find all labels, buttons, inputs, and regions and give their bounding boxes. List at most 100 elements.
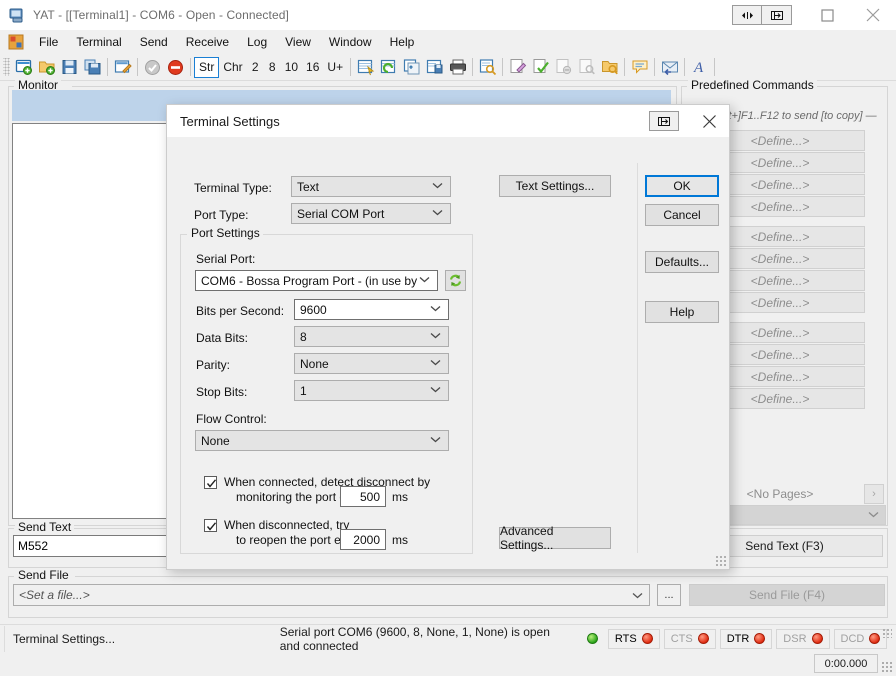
stop-bits-combo[interactable]: 1 [294,380,449,401]
bits-per-second-combo[interactable]: 9600 [294,299,449,320]
chevron-down-icon [632,588,643,602]
terminal-app-icon [9,7,25,23]
data-bits-combo[interactable]: 8 [294,326,449,347]
monitor-refresh-icon[interactable] [377,56,400,79]
reopen-port-label-line1: When disconnected, try [224,518,350,532]
save-terminal-icon[interactable] [58,56,81,79]
chevron-down-icon [432,208,443,219]
defaults-button[interactable]: Defaults... [645,251,719,273]
format-settings-icon[interactable] [628,56,651,79]
split-window-icon[interactable] [732,5,762,25]
advanced-settings-button[interactable]: Advanced Settings... [499,524,611,552]
terminal-start-icon[interactable] [141,56,164,79]
signal-cts-led-icon [697,633,709,644]
maximize-window-icon[interactable] [804,0,850,30]
terminal-stop-icon[interactable] [164,56,187,79]
dialog-resize-grip[interactable] [715,555,726,566]
close-dialog-icon[interactable] [693,106,725,136]
text-settings-button[interactable]: Text Settings... [499,175,611,197]
signal-rts[interactable]: RTS [607,628,660,649]
menu-item-file[interactable]: File [30,32,67,52]
serial-port-label: Serial Port: [196,252,256,266]
main-toolbar: Str Chr 2 8 10 16 U+ A [0,54,896,81]
terminal-type-value: Text [297,179,320,194]
send-file-path-combo[interactable]: <Set a file...> [13,584,650,606]
restore-dialog-icon[interactable] [649,111,679,131]
signal-cts-label: CTS [670,632,693,645]
menu-item-send[interactable]: Send [131,32,177,52]
radix-bin-icon[interactable]: 2 [247,57,264,78]
connection-led-icon [586,633,598,644]
dialog-body: Terminal Type: Text Port Type: Serial CO… [167,137,729,569]
signal-dtr-led-icon [754,633,766,644]
reopen-port-unit: ms [392,533,408,547]
signal-dcd-label: DCD [840,632,865,645]
terminal-type-label: Terminal Type: [194,181,272,195]
signal-dsr-led-icon [811,633,823,644]
chevron-down-icon [432,181,443,192]
serial-port-combo[interactable]: COM6 - Bossa Program Port - (in use by t… [195,270,438,291]
radix-dec-icon[interactable]: 10 [281,57,302,78]
new-terminal-icon[interactable] [12,56,35,79]
toolbar-grip[interactable] [3,58,10,76]
send-message-icon[interactable] [658,56,681,79]
window-resize-grip[interactable] [881,661,893,673]
radix-unicode-icon[interactable]: U+ [323,57,347,78]
predefined-pages-next-button[interactable]: › [864,484,884,504]
monitor-print-icon[interactable] [446,56,469,79]
radix-string-icon[interactable]: Str [194,56,220,78]
monitor-copy-icon[interactable] [400,56,423,79]
log-on-icon[interactable] [529,56,552,79]
mdi-system-icon[interactable] [8,34,24,50]
chevron-down-icon [430,385,441,396]
port-settings-legend: Port Settings [188,226,263,240]
detect-disconnect-checkbox[interactable] [204,476,217,489]
monitor-save-icon[interactable] [423,56,446,79]
signal-rts-led-icon [641,633,653,644]
status-terminal-settings[interactable]: Terminal Settings... [4,625,248,652]
close-window-icon[interactable] [850,0,896,30]
detect-disconnect-label-line1: When connected, detect disconnect by [224,475,431,489]
menu-item-window[interactable]: Window [320,32,381,52]
edit-terminal-settings-icon[interactable] [111,56,134,79]
font-icon[interactable]: A [688,56,711,79]
cancel-button[interactable]: Cancel [645,204,719,226]
menu-item-help[interactable]: Help [381,32,424,52]
send-file-browse-button[interactable]: ... [657,584,681,606]
monitor-clear-icon[interactable] [354,56,377,79]
reopen-port-checkbox[interactable] [204,519,217,532]
menu-item-log[interactable]: Log [238,32,276,52]
radix-char-icon[interactable]: Chr [219,57,246,78]
detect-disconnect-unit: ms [392,490,408,504]
log-settings-icon[interactable] [506,56,529,79]
refresh-ports-icon[interactable] [445,270,466,291]
restore-window-icon[interactable] [762,5,792,25]
data-bits-label: Data Bits: [196,331,249,345]
parity-combo[interactable]: None [294,353,449,374]
reopen-port-interval-input[interactable]: 2000 [340,529,386,550]
signal-dtr[interactable]: DTR [719,628,773,649]
chevron-down-icon [419,275,430,286]
data-bits-value: 8 [300,329,307,344]
detect-disconnect-interval-input[interactable]: 500 [340,486,386,507]
menu-item-terminal[interactable]: Terminal [67,32,130,52]
port-type-combo[interactable]: Serial COM Port [291,203,451,224]
menu-item-view[interactable]: View [276,32,320,52]
save-all-terminals-icon[interactable] [81,56,104,79]
menu-item-receive[interactable]: Receive [177,32,238,52]
ok-button[interactable]: OK [645,175,719,197]
log-clear-icon[interactable] [552,56,575,79]
log-open-dir-icon[interactable] [598,56,621,79]
send-file-path-value: <Set a file...> [19,588,90,602]
elapsed-timer: 0:00.000 [814,654,878,673]
terminal-type-combo[interactable]: Text [291,176,451,197]
open-terminal-icon[interactable] [35,56,58,79]
flow-control-combo[interactable]: None [195,430,449,451]
chevron-down-icon [430,331,441,342]
radix-hex-icon[interactable]: 16 [302,57,323,78]
radix-oct-icon[interactable]: 8 [264,57,281,78]
parity-label: Parity: [196,358,231,372]
log-open-icon[interactable] [575,56,598,79]
find-icon[interactable] [476,56,499,79]
help-button[interactable]: Help [645,301,719,323]
